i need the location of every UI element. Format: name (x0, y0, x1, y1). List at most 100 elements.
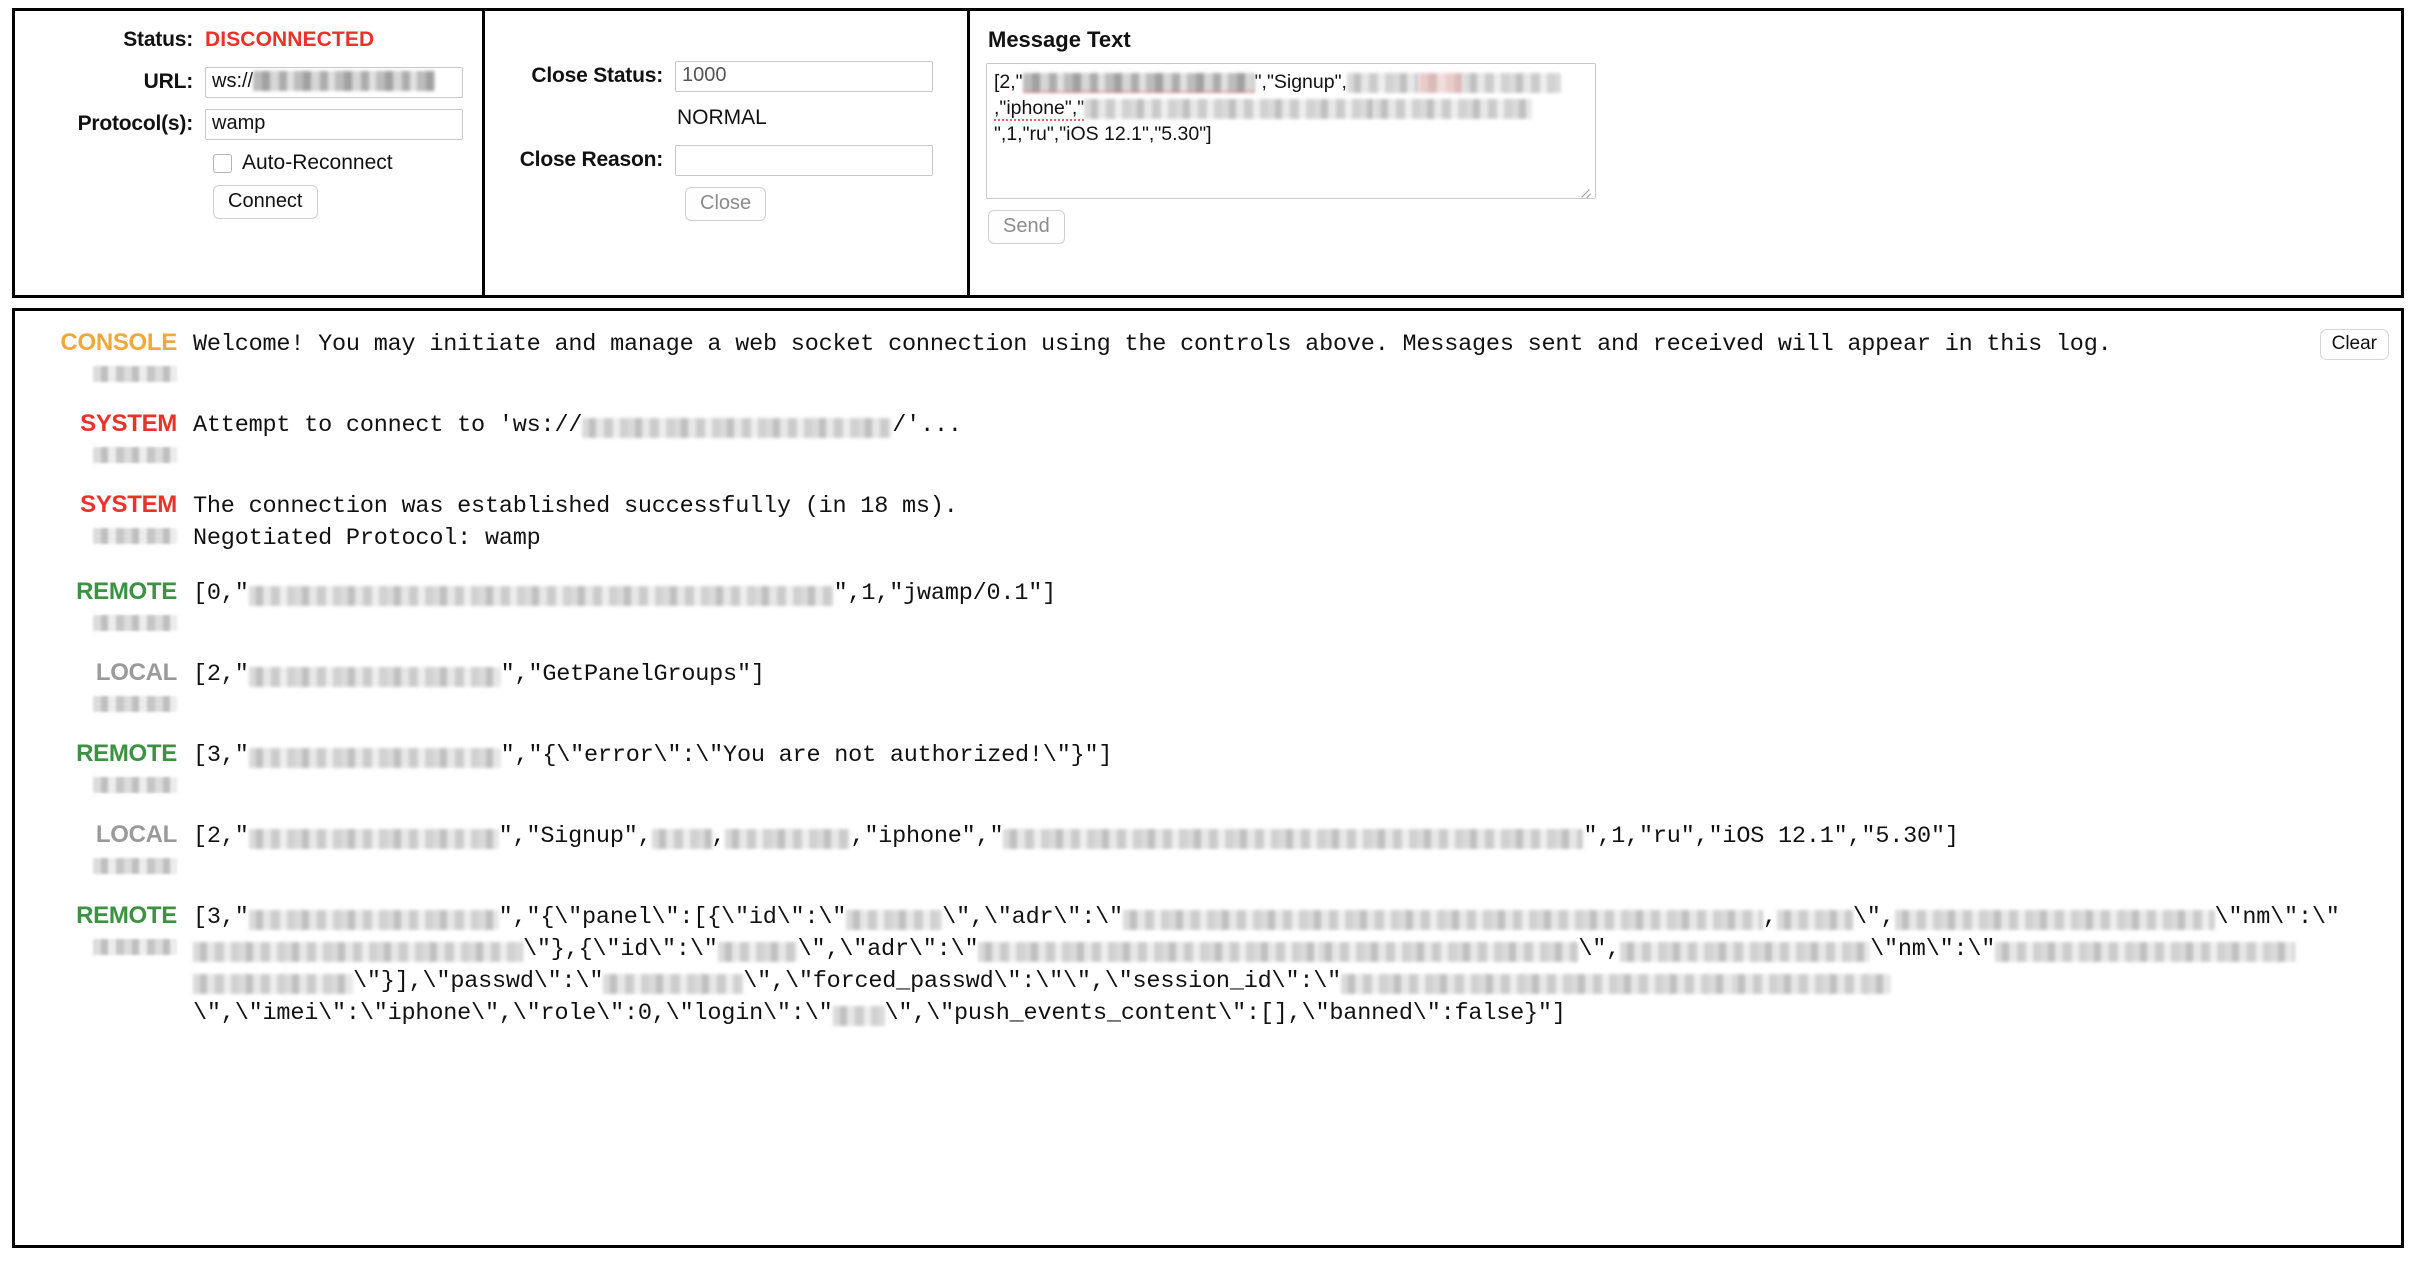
log-entry-message: [3," ","{\"error\":\"You are not authoriz… (193, 742, 1113, 769)
redacted-value (603, 973, 744, 994)
log-entry-gutter: SYSTEM (25, 408, 193, 468)
redacted-value (1776, 909, 1853, 930)
log-entry-message: [0," ",1,"jwamp/0.1"] (193, 580, 1057, 607)
log-entry-message: The connection was established successfu… (193, 493, 958, 552)
protocol-label: Protocol(s): (77, 112, 194, 135)
redacted-value (248, 747, 501, 768)
url-prefix: ws:// (212, 69, 254, 92)
status-label: Status: (123, 28, 193, 51)
websocket-test-client-page: Status: DISCONNECTED URL: ws:// Protocol… (0, 0, 2416, 1264)
redacted-value (1341, 973, 1732, 994)
message-part-2: ","Signup", (1254, 71, 1347, 93)
textarea-resize-handle[interactable] (1579, 183, 1593, 197)
protocol-input[interactable]: wamp (205, 108, 463, 140)
status-badge: DISCONNECTED (205, 28, 375, 51)
log-entry-timestamp-redacted (93, 939, 177, 955)
log-entry-timestamp-redacted (93, 528, 177, 544)
auto-reconnect-checkbox[interactable] (213, 153, 232, 173)
log-entry-gutter: REMOTE (25, 576, 193, 636)
log-entry-gutter: LOCAL (25, 657, 193, 717)
redacted-value (193, 941, 523, 962)
clear-button[interactable]: Clear (2319, 329, 2389, 360)
protocol-row: Protocol(s): wamp (25, 108, 468, 140)
console-log-entry: SYSTEM The connection was established suc… (25, 489, 2391, 555)
close-status-input[interactable]: 1000 (675, 60, 933, 92)
connect-button[interactable]: Connect (213, 185, 318, 219)
log-entry-message: [2," ","Signup",, ,"iphone"," ",1,"ru","iOS… (193, 823, 1959, 850)
log-entry-tag-local: LOCAL (95, 821, 177, 848)
log-entry-timestamp-redacted (93, 858, 177, 874)
log-entry-tag-system: SYSTEM (80, 491, 177, 518)
console-log-entry: REMOTE [3," ","{\"panel\":[{\"id\":\" \",\"… (25, 900, 2391, 1030)
close-reason-label: Close Reason: (519, 148, 663, 171)
log-entry-tag-local: LOCAL (95, 659, 177, 686)
console-log-entry: SYSTEM Attempt to connect to 'ws:///'... (25, 408, 2391, 468)
auto-reconnect-row[interactable]: Auto-Reconnect (213, 151, 468, 175)
log-entry-gutter: REMOTE (25, 738, 193, 798)
log-entry-tag-remote: REMOTE (76, 578, 177, 605)
log-entry-message: Welcome! You may initiate and manage a w… (193, 331, 2112, 358)
log-entry-gutter: LOCAL (25, 819, 193, 879)
message-text-input[interactable]: [2," ","Signup", ,"iphone","",1,"ru","iOS … (986, 63, 1596, 199)
redacted-value (248, 828, 499, 849)
log-entry-message: [2," ","GetPanelGroups"] (193, 661, 765, 688)
redacted-value (725, 828, 851, 849)
redacted-value (1003, 828, 1584, 849)
redacted-value (248, 909, 499, 930)
redacted-value (1620, 941, 1871, 962)
log-entry-message: Attempt to connect to 'ws:///'... (193, 412, 962, 439)
console-log-entry: REMOTE [3," ","{\"error\":\"You are not au… (25, 738, 2391, 798)
message-part-4: ",1,"ru","iOS 12.1","5.30"] (994, 123, 1212, 145)
log-entry-message: [3," ","{\"panel\":[{\"id\":\" \",\"adr\":… (193, 904, 2340, 1027)
redacted-value (1995, 941, 2296, 962)
redacted-value (717, 941, 798, 962)
redacted-value (651, 828, 712, 849)
close-column: Close Status: 1000 NORMAL Close Reason: … (485, 11, 970, 295)
log-entry-gutter: CONSOLE (25, 327, 193, 387)
redacted-value (978, 941, 1319, 962)
protocol-value: wamp (212, 111, 266, 134)
console-panel: Clear CONSOLE Welcome! You may initiate a… (12, 308, 2404, 1248)
log-entry-tag-console: CONSOLE (60, 329, 177, 356)
auto-reconnect-label: Auto-Reconnect (242, 151, 393, 174)
console-log-entry: LOCAL [2," ","GetPanelGroups"] (25, 657, 2391, 717)
redacted-value (1122, 909, 1763, 930)
log-entry-timestamp-redacted (93, 366, 177, 382)
log-entry-tag-system: SYSTEM (80, 410, 177, 437)
message-part-3: ,"iphone"," (994, 97, 1085, 121)
console-log-entry: CONSOLE Welcome! You may initiate and man… (25, 327, 2391, 387)
console-log-entry: REMOTE [0," ",1,"jwamp/0.1"] (25, 576, 2391, 636)
close-status-label: Close Status: (531, 64, 663, 87)
redacted-value (193, 973, 353, 994)
message-column: Message Text [2," ","Signup", ,"iphone",""… (970, 11, 2401, 295)
status-row: Status: DISCONNECTED (25, 25, 468, 55)
message-text-title: Message Text (988, 27, 1131, 52)
redacted-value (248, 666, 501, 687)
url-redacted-value (253, 71, 436, 92)
close-reason-input[interactable] (675, 144, 933, 176)
url-row: URL: ws:// (25, 66, 468, 98)
message-redacted-2 (1346, 73, 1419, 93)
control-panel: Status: DISCONNECTED URL: ws:// Protocol… (12, 8, 2404, 298)
url-label: URL: (143, 70, 194, 93)
close-status-name: NORMAL (677, 106, 767, 129)
log-entry-timestamp-redacted (93, 696, 177, 712)
close-status-value: 1000 (682, 63, 727, 86)
console-log-entry: LOCAL [2," ","Signup",, ,"iphone"," ",1,"ru"… (25, 819, 2391, 879)
close-button[interactable]: Close (685, 187, 767, 221)
redacted-value (846, 909, 943, 930)
redacted-value (582, 417, 893, 438)
message-part-1: [2," (994, 71, 1023, 93)
redacted-value (248, 585, 834, 606)
log-entry-gutter: REMOTE (25, 900, 193, 960)
message-redacted-4 (1462, 73, 1561, 93)
url-input[interactable]: ws:// (205, 66, 463, 98)
message-redacted-5 (1084, 99, 1375, 119)
log-entry-timestamp-redacted (93, 615, 177, 631)
message-redacted-3 (1418, 73, 1463, 93)
log-entry-gutter: SYSTEM (25, 489, 193, 549)
log-entry-tag-remote: REMOTE (76, 902, 177, 929)
connection-column: Status: DISCONNECTED URL: ws:// Protocol… (15, 11, 485, 295)
send-button[interactable]: Send (988, 210, 1065, 244)
redacted-value (1731, 973, 1892, 994)
